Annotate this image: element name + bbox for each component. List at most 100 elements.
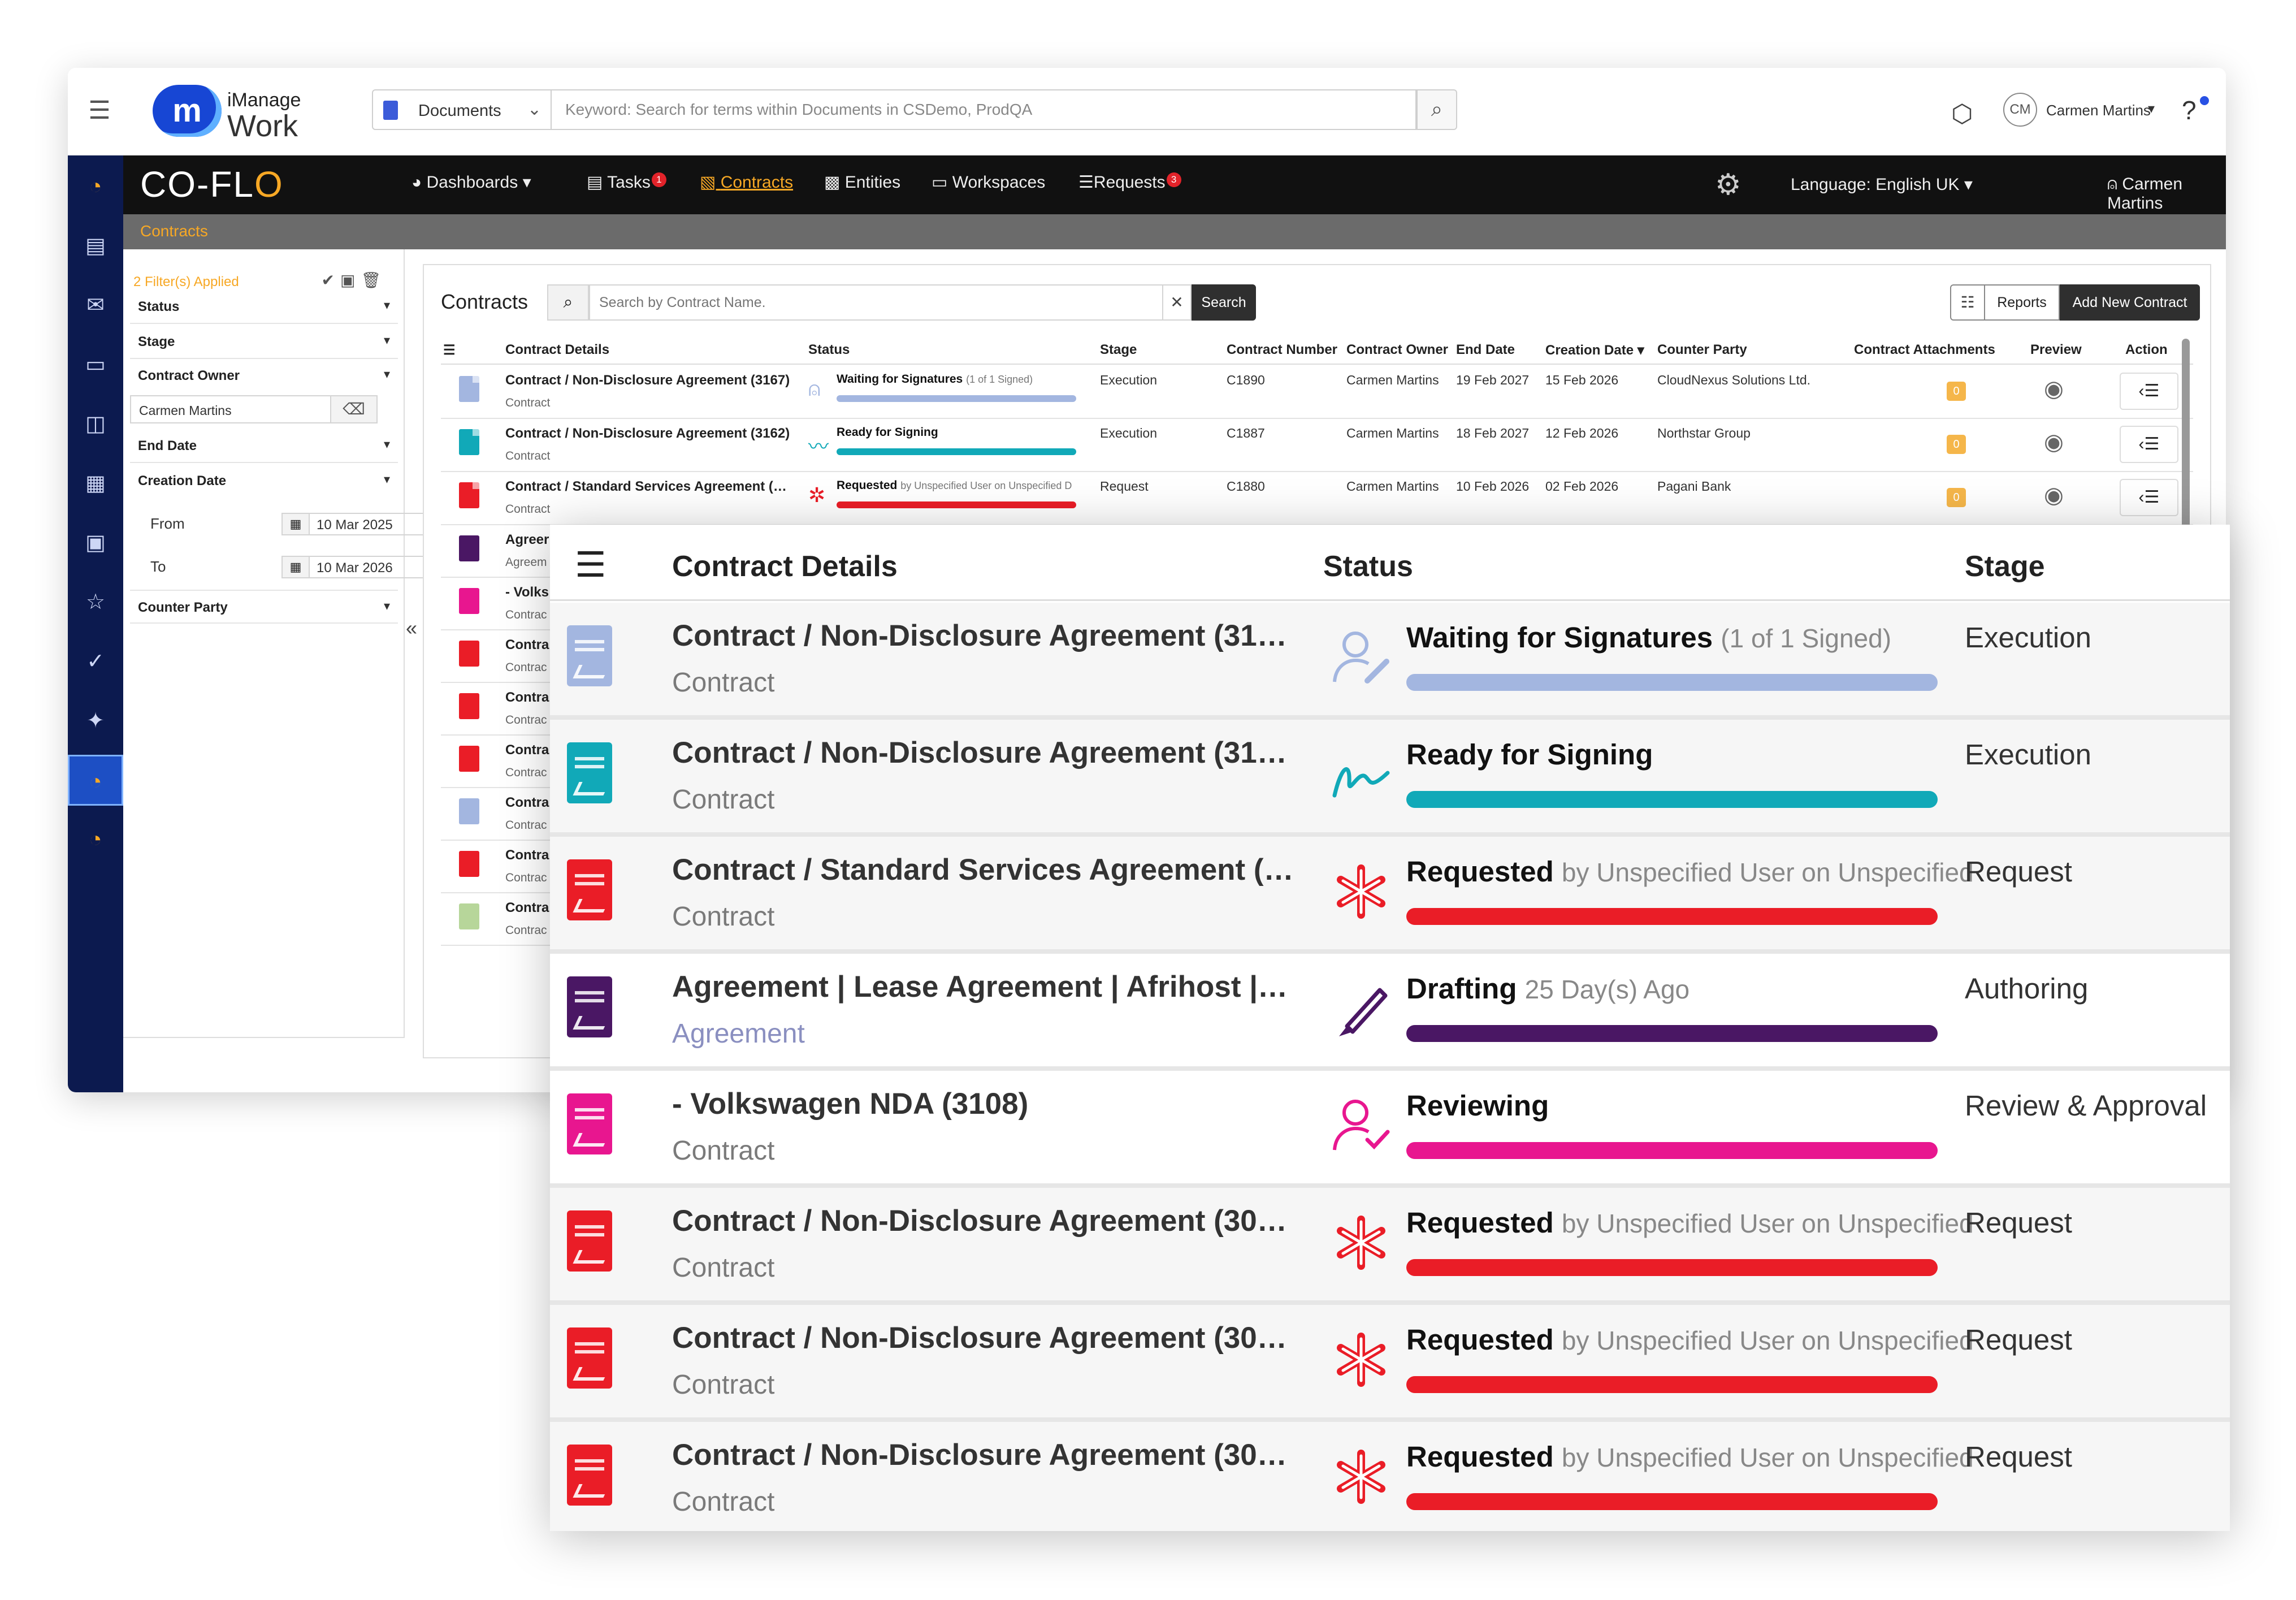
star-icon[interactable]: ☆	[68, 577, 123, 628]
from-date-input[interactable]: 10 Mar 2025	[309, 513, 433, 535]
nav-contracts[interactable]: ▧ Contracts	[700, 172, 793, 192]
row-title[interactable]: Contract / Non-Disclosure Agreement (316…	[505, 373, 794, 388]
coflo-alt-icon[interactable]: ◔	[68, 814, 123, 865]
table-row[interactable]: - Volkswagen NDA (3108) Contract Reviewi…	[550, 1071, 2230, 1188]
zoom-col-stage[interactable]: Stage	[1965, 550, 2045, 583]
nav-entities[interactable]: ▩ Entities	[824, 172, 900, 192]
col-created[interactable]: Creation Date ▾	[1545, 342, 1644, 358]
row-title[interactable]: Agreement | Lease Agreement | Afrihost |…	[672, 970, 1294, 1004]
box-icon[interactable]: ⬡	[1951, 100, 1973, 128]
table-row[interactable]: Contract / Standard Services Agreement (…	[441, 472, 2193, 525]
dashboard-icon[interactable]: ▦	[68, 458, 123, 509]
row-title[interactable]: Contract / Non-Disclosure Agreement (316…	[672, 736, 1294, 770]
table-row[interactable]: Contract / Standard Services Agreement (…	[550, 837, 2230, 954]
table-row[interactable]: Agreement | Lease Agreement | Afrihost |…	[550, 954, 2230, 1071]
global-search-input[interactable]	[552, 89, 1416, 130]
coflo-user-menu[interactable]: ⍝ Carmen Martins	[2107, 175, 2226, 213]
col-details[interactable]: Contract Details	[505, 342, 609, 358]
owner-field[interactable]: Carmen Martins	[130, 395, 331, 423]
contract-search-input[interactable]	[589, 284, 1163, 321]
col-party[interactable]: Counter Party	[1657, 342, 1747, 358]
table-row[interactable]: Contract / Non-Disclosure Agreement (306…	[550, 1422, 2230, 1531]
add-contract-button[interactable]: Add New Contract	[2060, 284, 2200, 321]
filter-sidebar: 2 Filter(s) Applied ✔▣🗑 Status ▾ Stage ▾ C…	[123, 249, 433, 1092]
nav-tasks[interactable]: ▤ Tasks 1	[587, 172, 666, 192]
col-attach[interactable]: Contract Attachments	[1854, 342, 1995, 358]
zoom-col-details[interactable]: Contract Details	[672, 550, 898, 583]
search-scope-dropdown[interactable]: Documents ⌄	[372, 89, 552, 130]
filter-creation-date[interactable]: Creation Date ▾	[130, 464, 398, 498]
nav-workspaces[interactable]: ▭ Workspaces	[932, 172, 1045, 192]
help-icon[interactable]: ?	[2182, 95, 2197, 126]
col-status[interactable]: Status	[808, 342, 850, 358]
workspace-icon[interactable]: ▣	[68, 517, 123, 568]
check-circle-icon[interactable]: ✓	[68, 636, 123, 687]
row-title[interactable]: Contract / Standard Services Agreement (…	[505, 479, 794, 495]
filter-end-date[interactable]: End Date ▾	[130, 429, 398, 463]
filter-owner[interactable]: Contract Owner ▾	[130, 359, 398, 393]
row-title[interactable]: Contract / Non-Disclosure Agreement (306…	[672, 1438, 1294, 1472]
calendar-icon[interactable]: ▦	[281, 556, 309, 578]
reports-button[interactable]: Reports	[1985, 284, 2060, 321]
collapse-sidebar-icon[interactable]: «	[406, 616, 417, 640]
apply-icon[interactable]: ✔	[322, 271, 340, 289]
chevron-down-icon[interactable]: ▾	[2148, 101, 2155, 117]
attachment-count-badge[interactable]: 0	[1947, 382, 1966, 401]
calendar-icon[interactable]: ▦	[281, 513, 309, 535]
table-row[interactable]: Contract / Non-Disclosure Agreement (316…	[550, 720, 2230, 837]
attachment-count-badge[interactable]: 0	[1947, 435, 1966, 454]
mail-icon[interactable]: ✉	[68, 280, 123, 331]
row-title[interactable]: - Volkswagen NDA (3108)	[672, 1087, 1294, 1121]
search-icon[interactable]: ⌕	[1416, 89, 1457, 130]
sparkle-icon[interactable]: ✦	[68, 695, 123, 746]
list-menu-icon[interactable]: ☰	[443, 342, 456, 358]
search-button[interactable]: Search	[1192, 284, 1256, 321]
list-menu-icon[interactable]: ☰	[575, 544, 607, 585]
filter-counter-party[interactable]: Counter Party ▾	[130, 590, 398, 624]
eye-icon[interactable]: ◉	[2044, 376, 2064, 402]
row-title[interactable]: Contract / Non-Disclosure Agreement (316…	[672, 619, 1294, 653]
attachment-count-badge[interactable]: 0	[1947, 488, 1966, 507]
breadcrumb[interactable]: Contracts	[140, 222, 208, 240]
col-owner[interactable]: Contract Owner	[1346, 342, 1448, 358]
filter-stage[interactable]: Stage ▾	[130, 325, 398, 359]
row-type: Contract	[672, 1136, 775, 1166]
nav-requests[interactable]: ☰Requests 3	[1078, 172, 1181, 192]
eye-icon[interactable]: ◉	[2044, 482, 2064, 508]
gear-icon[interactable]: ⚙	[1715, 168, 1742, 202]
table-row[interactable]: Contract / Non-Disclosure Agreement (306…	[550, 1305, 2230, 1422]
clear-icon[interactable]: ✕	[1163, 284, 1192, 321]
table-row[interactable]: Contract / Non-Disclosure Agreement (301…	[550, 1188, 2230, 1305]
row-title[interactable]: Contract / Non-Disclosure Agreement (316…	[505, 426, 794, 442]
row-title[interactable]: Contract / Standard Services Agreement (…	[672, 853, 1294, 887]
col-end[interactable]: End Date	[1456, 342, 1515, 358]
zoom-col-status[interactable]: Status	[1323, 550, 1413, 583]
col-stage[interactable]: Stage	[1100, 342, 1137, 358]
column-settings-icon[interactable]: ☷	[1950, 284, 1985, 321]
coflo-app-icon[interactable]: ◔	[68, 161, 123, 212]
coflo-active-icon[interactable]: ◔	[68, 755, 123, 806]
row-action-button[interactable]: ‹☰	[2120, 479, 2178, 516]
to-date-input[interactable]: 10 Mar 2026	[309, 556, 433, 578]
document-icon[interactable]: ▤	[68, 220, 123, 271]
row-title[interactable]: Contract / Non-Disclosure Agreement (301…	[672, 1204, 1294, 1238]
table-row[interactable]: Contract / Non-Disclosure Agreement (316…	[441, 366, 2193, 419]
avatar[interactable]: CM	[2003, 93, 2037, 127]
eye-icon[interactable]: ◉	[2044, 429, 2064, 455]
filter-status[interactable]: Status ▾	[130, 290, 398, 324]
user-name[interactable]: Carmen Martins	[2046, 102, 2151, 119]
menu-icon[interactable]: ☰	[85, 96, 114, 126]
language-selector[interactable]: Language: English UK ▾	[1791, 175, 1973, 194]
folder-icon[interactable]: ▭	[68, 339, 123, 390]
row-action-button[interactable]: ‹☰	[2120, 373, 2178, 410]
row-action-button[interactable]: ‹☰	[2120, 426, 2178, 463]
nav-dashboards[interactable]: ◕ Dashboards ▾	[411, 172, 531, 192]
table-row[interactable]: Contract / Non-Disclosure Agreement (316…	[550, 603, 2230, 720]
save-icon[interactable]: ▣	[340, 271, 361, 289]
table-row[interactable]: Contract / Non-Disclosure Agreement (316…	[441, 419, 2193, 472]
row-title[interactable]: Contract / Non-Disclosure Agreement (306…	[672, 1321, 1294, 1355]
briefcase-icon[interactable]: ◫	[68, 399, 123, 449]
eraser-icon[interactable]: ⌫	[331, 395, 378, 423]
col-number[interactable]: Contract Number	[1227, 342, 1337, 358]
trash-icon[interactable]: 🗑	[361, 271, 387, 289]
